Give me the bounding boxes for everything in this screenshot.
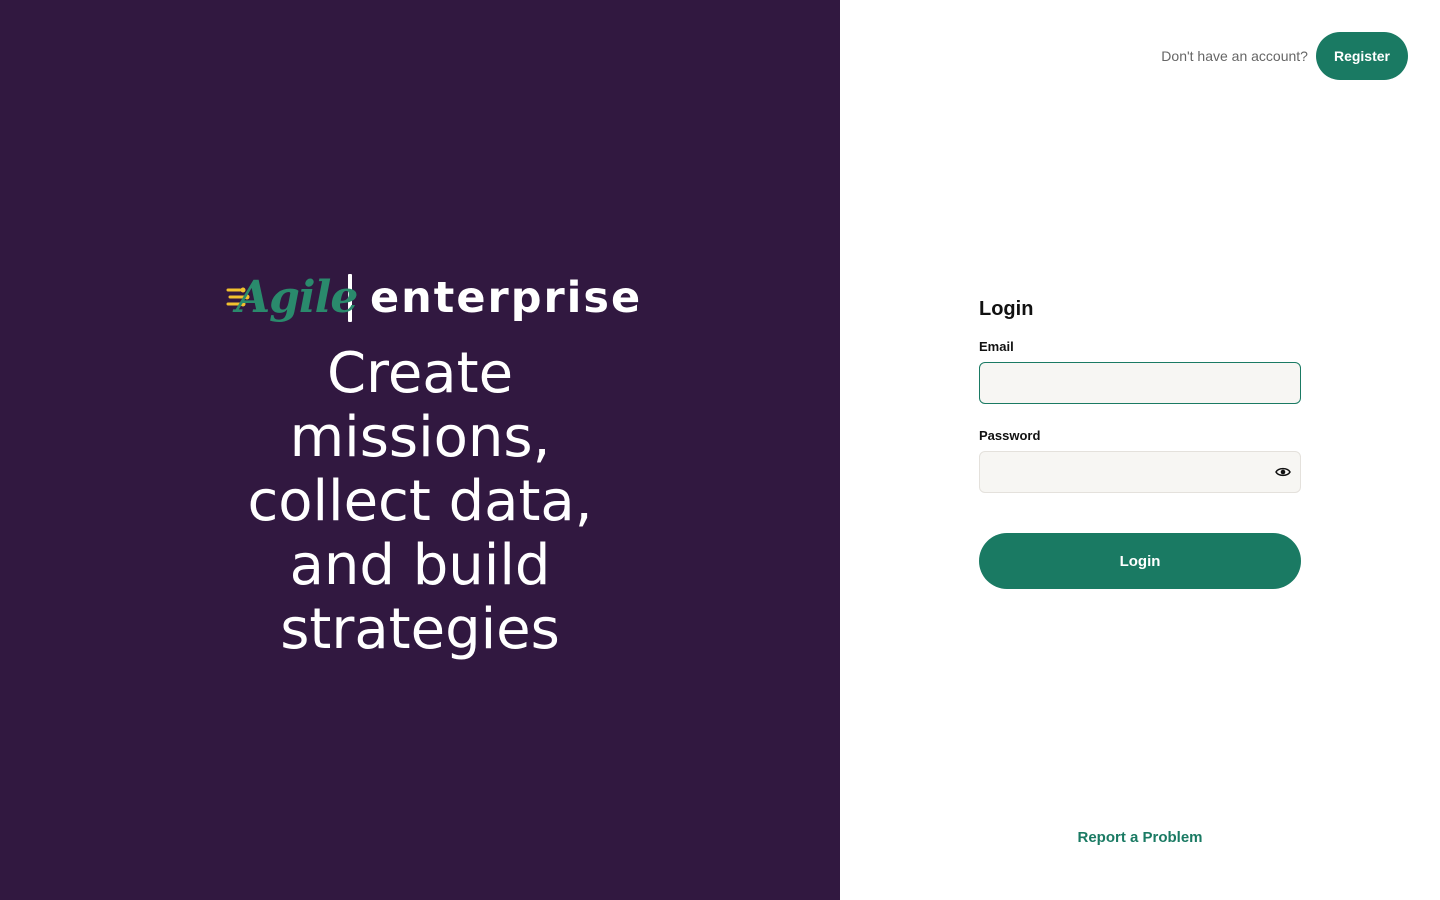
login-button[interactable]: Login — [979, 533, 1301, 589]
password-field-wrap — [979, 451, 1301, 493]
agile-logo: Agile — [226, 266, 358, 330]
logo-text: Agile — [236, 272, 358, 323]
password-label: Password — [979, 428, 1041, 443]
email-field-wrap — [979, 362, 1301, 404]
brand-suffix: enterprise — [370, 273, 643, 323]
report-problem-link[interactable]: Report a Problem — [979, 829, 1301, 846]
hero-tagline: Create missions, collect data, and build… — [247, 341, 593, 662]
hero-panel: Agile enterprise Create missions, collec… — [0, 0, 840, 900]
email-label: Email — [979, 339, 1014, 354]
brand-lockup: Agile enterprise — [226, 266, 642, 330]
password-input[interactable] — [979, 451, 1301, 493]
account-bar: Don't have an account? Register — [1161, 32, 1408, 80]
account-prompt: Don't have an account? — [1161, 48, 1308, 64]
register-button[interactable]: Register — [1315, 32, 1408, 80]
eye-icon[interactable] — [1273, 462, 1293, 482]
email-input[interactable] — [979, 362, 1301, 404]
login-title: Login — [979, 298, 1034, 320]
login-form: Login Email Password Login — [979, 298, 1301, 589]
